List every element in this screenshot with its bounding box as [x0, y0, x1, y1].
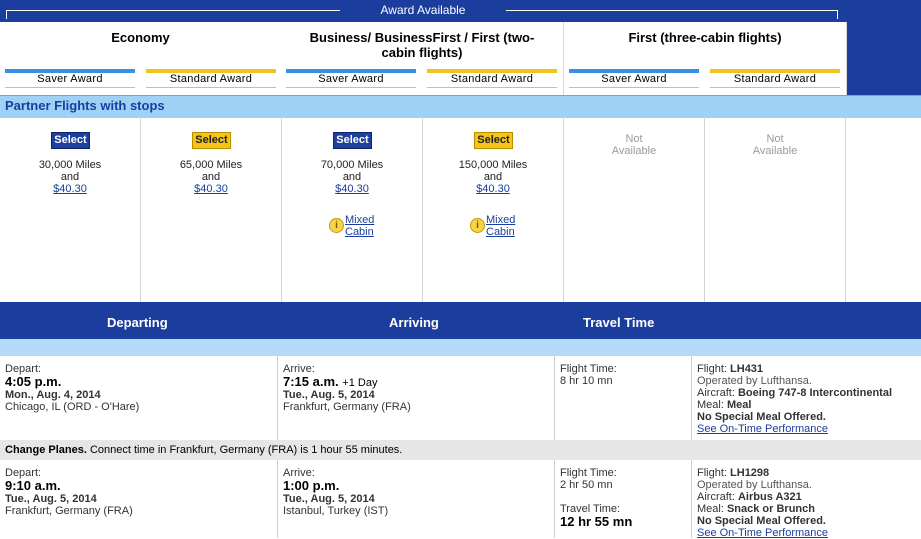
column-divider — [277, 356, 278, 440]
select-button[interactable]: Select — [51, 132, 90, 149]
mixed-cabin-link[interactable]: Mixed Cabin — [345, 214, 374, 238]
standard-award-label: Standard Award — [733, 73, 817, 85]
award-cell-first-saver: Not Available — [564, 117, 705, 302]
cabin-title: First (three-cabin flights) — [628, 30, 782, 45]
flight-segment-2: Depart: 9:10 a.m. Tue., Aug. 5, 2014 Fra… — [0, 460, 921, 539]
select-button[interactable]: Select — [192, 132, 231, 149]
special-meal-note: No Special Meal Offered. — [697, 411, 826, 423]
not-available-text: Not Available — [611, 133, 657, 157]
column-divider — [691, 460, 692, 538]
award-cell-business-saver: Select 70,000 Miles and $40.30 i Mixed Cabi… — [282, 117, 423, 302]
on-time-performance-link[interactable]: See On-Time Performance — [697, 423, 828, 435]
arrive-city: Istanbul, Turkey (IST) — [283, 505, 389, 517]
standard-award-label: Standard Award — [169, 73, 253, 85]
select-button[interactable]: Select — [474, 132, 513, 149]
taxes-link[interactable]: $40.30 — [141, 183, 281, 195]
info-icon[interactable]: i — [470, 218, 485, 233]
award-cell-first-standard: Not Available — [705, 117, 846, 302]
column-divider — [691, 356, 692, 440]
connection-info: Change Planes. Connect time in Frankfurt… — [5, 444, 403, 456]
award-price: 65,000 Miles and $40.30 — [141, 159, 281, 195]
flight-number: Flight: LH431 — [697, 363, 764, 375]
flight-time-label: Flight Time: — [560, 363, 617, 375]
taxes-link[interactable]: $40.30 — [423, 183, 563, 195]
saver-award-label: Saver Award — [37, 73, 103, 85]
header-tick-left — [6, 10, 7, 19]
column-divider — [554, 460, 555, 538]
info-icon[interactable]: i — [329, 218, 344, 233]
award-price: 30,000 Miles and $40.30 — [0, 159, 140, 195]
total-travel-time: 12 hr 55 mn — [560, 514, 633, 529]
operated-by: Operated by Lufthansa. — [697, 375, 812, 387]
arrive-time: 1:00 p.m. — [283, 478, 340, 493]
saver-underline — [569, 87, 699, 88]
partner-flights-label: Partner Flights with stops — [5, 98, 165, 113]
cabin-economy: Economy Saver Award Standard Award — [0, 22, 282, 95]
depart-time: 4:05 p.m. — [5, 374, 62, 389]
special-meal-note: No Special Meal Offered. — [697, 515, 826, 527]
on-time-performance-link[interactable]: See On-Time Performance — [697, 527, 828, 539]
table-subheader-band — [0, 339, 921, 356]
depart-city: Frankfurt, Germany (FRA) — [5, 505, 133, 517]
saver-underline — [286, 87, 416, 88]
award-cell-business-standard: Select 150,000 Miles and $40.30 i Mixed Cab… — [423, 117, 564, 302]
aircraft: Aircraft: Airbus A321 — [697, 491, 802, 503]
saver-underline — [5, 87, 135, 88]
arrive-time: 7:15 a.m. +1 Day — [283, 374, 378, 390]
arrive-city: Frankfurt, Germany (FRA) — [283, 401, 411, 413]
standard-award-label: Standard Award — [450, 73, 534, 85]
flight-number: Flight: LH1298 — [697, 467, 770, 479]
column-divider — [277, 460, 278, 538]
cabin-first: First (three-cabin flights) Saver Award … — [564, 22, 847, 95]
standard-underline — [427, 87, 557, 88]
column-divider — [554, 356, 555, 440]
flight-time-label: Flight Time: — [560, 467, 617, 479]
header-tick-right — [837, 10, 838, 19]
depart-time: 9:10 a.m. — [5, 478, 61, 493]
standard-underline — [710, 87, 840, 88]
cabin-title: Economy — [111, 30, 170, 45]
operated-by: Operated by Lufthansa. — [697, 479, 812, 491]
cabin-business: Business/ BusinessFirst / First (two-cab… — [281, 22, 564, 95]
header-side-panel — [846, 0, 921, 95]
flight-time-value: 2 hr 50 mn — [560, 479, 613, 491]
arrive-date: Tue., Aug. 5, 2014 — [283, 493, 375, 505]
depart-date: Tue., Aug. 5, 2014 — [5, 493, 97, 505]
meal: Meal: Meal — [697, 399, 752, 411]
award-cell-economy-standard: Select 65,000 Miles and $40.30 — [141, 117, 282, 302]
header-rule-left — [6, 10, 340, 11]
departing-header: Departing — [107, 315, 168, 330]
taxes-link[interactable]: $40.30 — [0, 183, 140, 195]
header-rule-right — [506, 10, 838, 11]
award-price: 70,000 Miles and $40.30 — [282, 159, 422, 195]
award-price: 150,000 Miles and $40.30 — [423, 159, 563, 195]
flight-segment-1: Depart: 4:05 p.m. Mon., Aug. 4, 2014 Chi… — [0, 356, 921, 440]
standard-underline — [146, 87, 276, 88]
not-available-text: Not Available — [752, 133, 798, 157]
flight-time-value: 8 hr 10 mn — [560, 375, 613, 387]
saver-award-label: Saver Award — [601, 73, 667, 85]
meal: Meal: Snack or Brunch — [697, 503, 815, 515]
plus-day-note: +1 Day — [342, 377, 378, 389]
award-cell-economy-saver: Select 30,000 Miles and $40.30 — [0, 117, 141, 302]
select-button[interactable]: Select — [333, 132, 372, 149]
aircraft: Aircraft: Boeing 747-8 Intercontinental — [697, 387, 892, 399]
taxes-link[interactable]: $40.30 — [282, 183, 422, 195]
award-available-title: Award Available — [380, 3, 466, 17]
arriving-header: Arriving — [389, 315, 439, 330]
mixed-cabin-link[interactable]: Mixed Cabin — [486, 214, 515, 238]
depart-date: Mon., Aug. 4, 2014 — [5, 389, 101, 401]
saver-award-label: Saver Award — [318, 73, 384, 85]
depart-city: Chicago, IL (ORD - O'Hare) — [5, 401, 140, 413]
travel-time-header: Travel Time — [583, 315, 655, 330]
cabin-title: Business/ BusinessFirst / First (two-cab… — [309, 30, 535, 60]
arrive-date: Tue., Aug. 5, 2014 — [283, 389, 375, 401]
